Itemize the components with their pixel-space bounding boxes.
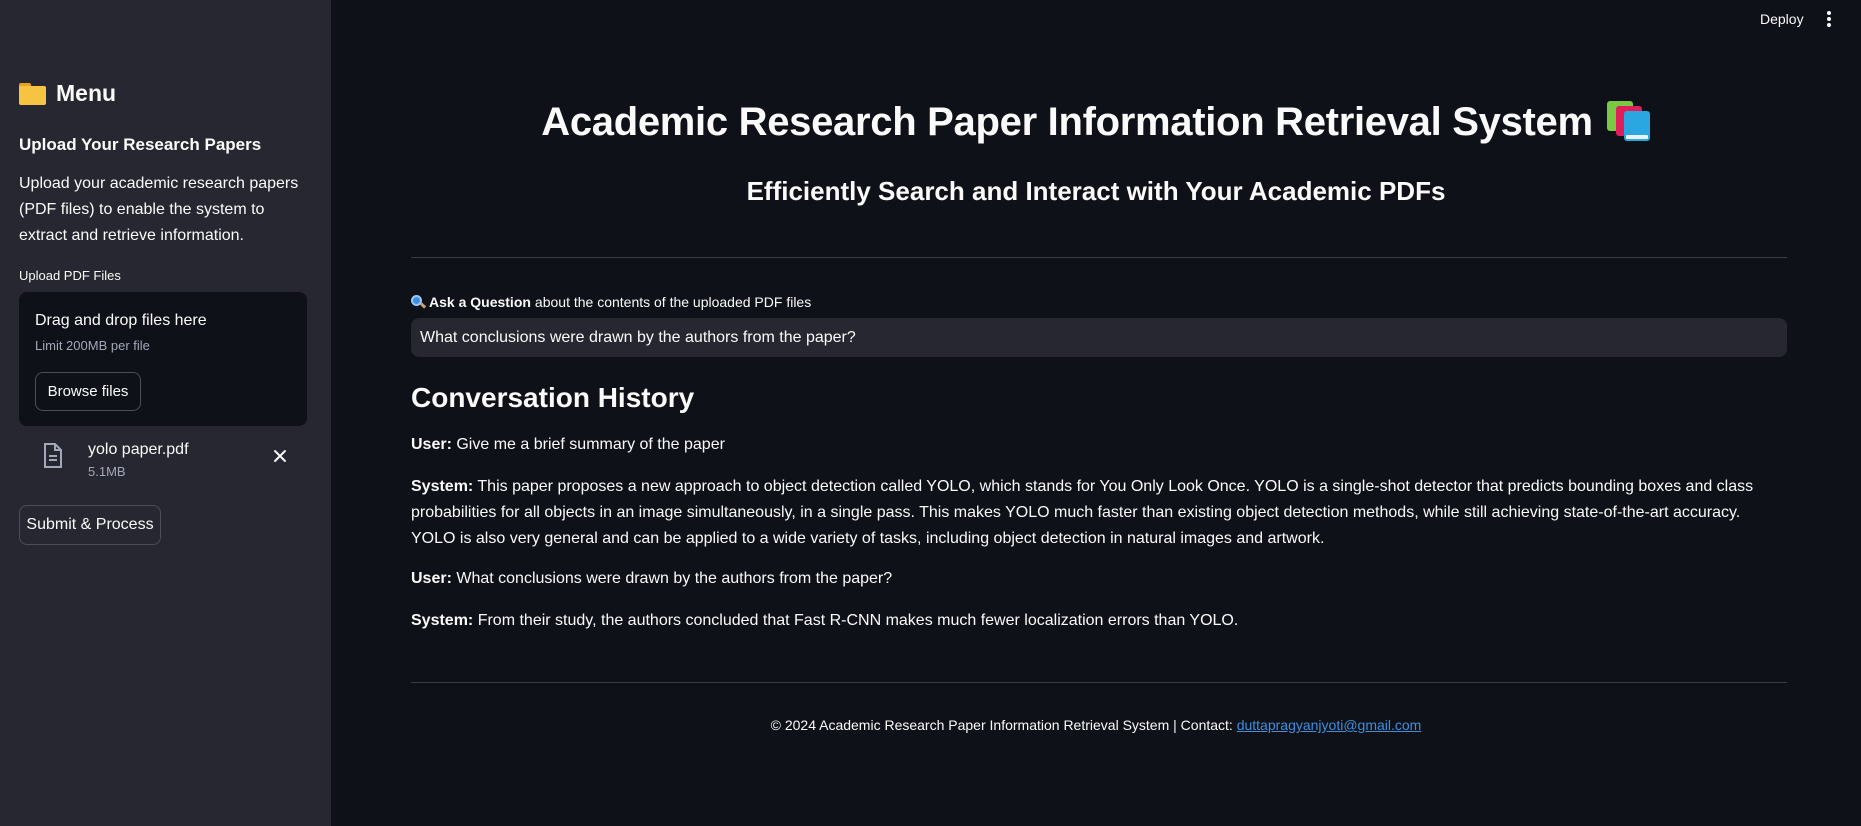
- history-message: System: This paper proposes a new approa…: [411, 474, 1787, 552]
- page-title: Academic Research Paper Information Retr…: [331, 99, 1861, 145]
- message-role: User:: [411, 436, 452, 453]
- search-icon: [411, 295, 427, 309]
- history-message: System: From their study, the authors co…: [411, 608, 1787, 634]
- page-subtitle: Efficiently Search and Interact with You…: [746, 176, 1446, 206]
- conversation-history-title: Conversation History: [411, 382, 695, 413]
- sidebar-title-text: Menu: [56, 80, 117, 106]
- sidebar: Menu Upload Your Research Papers Upload …: [0, 0, 331, 826]
- upload-section-heading: Upload Your Research Papers: [19, 135, 262, 154]
- message-text: From their study, the authors concluded …: [477, 612, 1239, 629]
- history-message: User: Give me a brief summary of the pap…: [411, 432, 1787, 458]
- folder-icon: [19, 82, 46, 105]
- uploaded-file-item: yolo paper.pdf 5.1MB: [19, 433, 307, 483]
- deploy-button[interactable]: Deploy: [1760, 11, 1804, 27]
- ask-question-label: Ask a Question about the contents of the…: [411, 294, 811, 310]
- file-name: yolo paper.pdf: [88, 441, 189, 458]
- file-dropzone[interactable]: Drag and drop files here Limit 200MB per…: [19, 292, 307, 426]
- sidebar-title: Menu: [19, 80, 116, 107]
- message-text: What conclusions were drawn by the autho…: [456, 570, 893, 587]
- message-text: Give me a brief summary of the paper: [456, 436, 725, 453]
- file-size: 5.1MB: [88, 464, 126, 479]
- books-icon: [1605, 99, 1651, 141]
- dropzone-limit: Limit 200MB per file: [35, 338, 150, 353]
- page-title-text: Academic Research Paper Information Retr…: [541, 100, 1593, 144]
- message-text: This paper proposes a new approach to ob…: [411, 478, 1754, 547]
- dropzone-instructions: Drag and drop files here: [35, 312, 207, 329]
- main-menu-icon[interactable]: [1826, 11, 1832, 27]
- upload-description: Upload your academic research papers (PD…: [19, 175, 299, 244]
- remove-file-close-icon[interactable]: [271, 447, 289, 465]
- footer-text: © 2024 Academic Research Paper Informati…: [770, 717, 1233, 733]
- message-role: System:: [411, 612, 474, 629]
- message-role: User:: [411, 570, 452, 587]
- question-input[interactable]: [411, 318, 1787, 357]
- footer: © 2024 Academic Research Paper Informati…: [331, 717, 1861, 733]
- app-window: Menu Upload Your Research Papers Upload …: [0, 0, 1861, 826]
- divider-top: [411, 257, 1787, 258]
- history-message: User: What conclusions were drawn by the…: [411, 566, 1787, 592]
- divider-bottom: [411, 682, 1787, 683]
- ask-label-bold: Ask a Question: [429, 294, 531, 310]
- submit-process-button[interactable]: Submit & Process: [19, 505, 161, 545]
- message-role: System:: [411, 478, 474, 495]
- uploader-label: Upload PDF Files: [19, 268, 121, 283]
- file-icon: [44, 443, 62, 468]
- ask-label-rest: about the contents of the uploaded PDF f…: [534, 294, 812, 310]
- browse-files-button[interactable]: Browse files: [35, 372, 141, 411]
- contact-email-link[interactable]: duttapragyanjyoti@gmail.com: [1237, 717, 1422, 733]
